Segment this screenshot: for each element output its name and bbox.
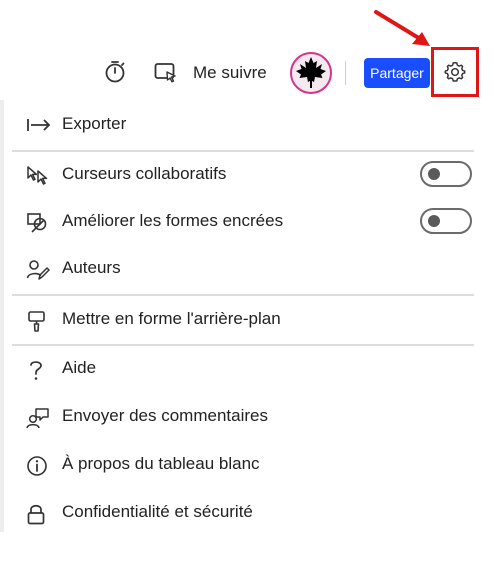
menu-item-label: Exporter [62,114,127,133]
menu-item-label: Mettre en forme l'arrière-plan [62,309,281,328]
export-arrow-icon [27,119,51,131]
menu-item-export[interactable]: Exporter [8,102,484,148]
menu-item-help[interactable]: Aide [8,346,484,392]
menu-item-label: Confidentialité et sécurité [62,502,253,521]
menu-item-privacy[interactable]: Confidentialité et sécurité [8,490,484,536]
settings-menu: Exporter Curseurs collaboratifs Améliore… [0,100,484,532]
top-toolbar: Me suivre Partager [0,0,498,100]
avatar[interactable] [290,52,332,94]
feedback-icon [26,408,49,429]
collaborative-cursors-toggle[interactable] [420,161,472,187]
menu-item-collaborative-cursors[interactable]: Curseurs collaboratifs [8,152,484,198]
authors-icon [26,260,50,280]
menu-item-label: À propos du tableau blanc [62,454,260,473]
menu-item-label: Aide [62,358,97,377]
lock-icon [27,504,45,525]
info-icon [27,456,47,476]
settings-highlight-box [431,47,479,97]
gear-icon[interactable] [444,61,466,83]
menu-item-authors[interactable]: Auteurs [8,246,484,292]
toolbar-divider [345,61,346,85]
toggle-knob [428,215,440,227]
collab-cursor-icon [27,166,48,185]
menu-separator [12,294,474,296]
menu-item-ink-shapes[interactable]: Améliorer les formes encrées [8,199,484,245]
ink-shape-icon [27,213,47,233]
maple-leaf-icon [296,57,326,88]
menu-item-label: Auteurs [62,258,121,277]
menu-item-about[interactable]: À propos du tableau blanc [8,442,484,488]
menu-item-label: Envoyer des commentaires [62,406,268,425]
menu-item-label: Améliorer les formes encrées [62,211,284,230]
ink-shapes-toggle[interactable] [420,208,472,234]
menu-item-label: Curseurs collaboratifs [62,164,227,183]
follow-label[interactable]: Me suivre [193,63,267,83]
share-button[interactable]: Partager [364,58,430,88]
paint-bucket-icon [28,311,45,332]
menu-item-format-background[interactable]: Mettre en forme l'arrière-plan [8,297,484,343]
timer-icon[interactable] [104,60,126,84]
follow-screen-icon[interactable] [154,62,178,84]
menu-item-feedback[interactable]: Envoyer des commentaires [8,394,484,440]
question-icon [30,361,42,380]
toggle-knob [428,168,440,180]
annotation-arrow-icon [374,10,430,46]
